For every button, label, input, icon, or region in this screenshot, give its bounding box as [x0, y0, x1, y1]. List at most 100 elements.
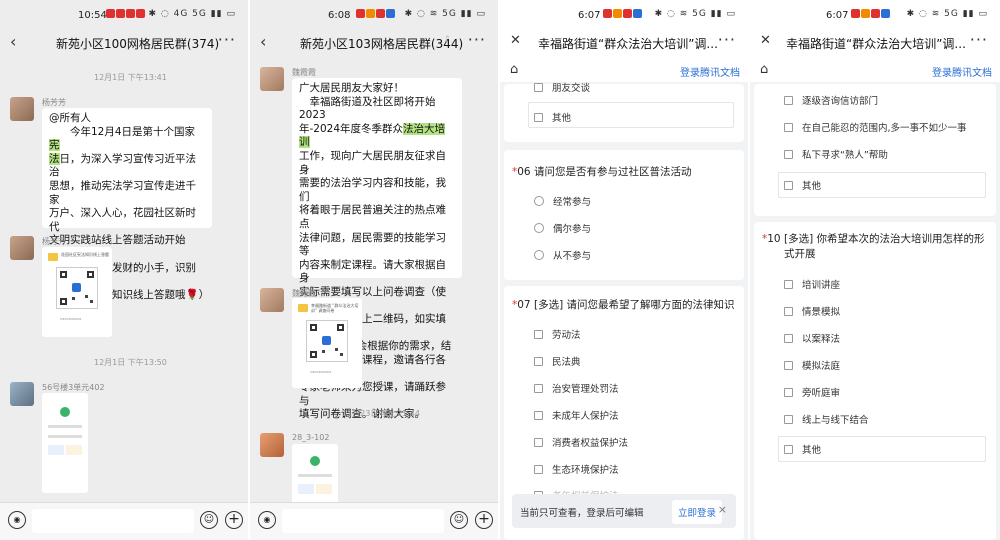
checkbox-icon — [784, 307, 793, 316]
checkbox-icon — [784, 96, 793, 105]
checkbox-option[interactable]: 培训讲座 — [784, 277, 840, 291]
success-check-icon — [310, 456, 320, 466]
chat-header: ‹ 新苑小区103网格居民群(344) ♪ ··· — [250, 30, 498, 56]
question-card-10: *10 [多选] 你希望本次的法治大培训用怎样的形 式开展 培训讲座 情景模拟 … — [754, 222, 996, 540]
message-timestamp: 11月23日 晚上21:44 — [342, 409, 420, 418]
mini-card-caption: 花园社区宪法知识线上答题 — [61, 252, 109, 257]
avatar[interactable] — [10, 236, 34, 260]
doc-title: 幸福路街道“群众法治大培训”调... — [786, 37, 966, 51]
mini-program-logo-icon — [48, 253, 58, 261]
voice-input-icon[interactable]: ◉ — [258, 511, 276, 529]
image-message[interactable] — [292, 444, 338, 504]
checkbox-option[interactable]: 旁听庭审 — [784, 385, 840, 399]
question-card: 逐级咨询信访部门 在自己能忍的范围内,多一事不如少一事 私下寻求“熟人”帮助 其… — [754, 84, 996, 216]
questionnaire-card[interactable]: 幸福路街道 “群众法治大培训” 调查问卷 ▭▭▭▭▭ — [292, 298, 362, 388]
chat-input-bar: ◉ ☺ + — [0, 502, 248, 540]
more-options-icon[interactable]: ··· — [468, 30, 486, 49]
emoji-icon[interactable]: ☺ — [200, 511, 218, 529]
sender-name: 魏霞霞 — [292, 68, 316, 77]
signal-icons: ✱ ◌ 4G 5G ▮▮ ▭ — [148, 9, 236, 19]
login-tencent-docs-link[interactable]: 登录腾讯文档 — [932, 64, 992, 79]
mute-icon: ♪ — [444, 35, 450, 45]
checkbox-option[interactable]: 朋友交谈 — [534, 80, 590, 94]
card-footer-icon: ▭▭▭▭▭ — [310, 370, 332, 375]
message-bubble[interactable]: 广大居民朋友大家好！ 幸福路街道及社区即将开始2023 年-2024年度冬季群众… — [292, 78, 462, 420]
avatar[interactable] — [10, 382, 34, 406]
checkbox-option[interactable]: 其他 — [534, 110, 571, 124]
emoji-icon[interactable]: ☺ — [450, 511, 468, 529]
status-bar: 6:08 ✱ ◌ ≋ 5G ▮▮ ▭ — [250, 0, 498, 30]
add-attachment-icon[interactable]: + — [225, 511, 243, 529]
checkbox-icon — [784, 445, 793, 454]
image-message[interactable] — [42, 393, 88, 493]
checkbox-option[interactable]: 在自己能忍的范围内,多一事不如少一事 — [784, 120, 967, 134]
message-line: 今年12月4日是第十个国家宪 — [49, 125, 196, 152]
checkbox-option[interactable]: 消费者权益保护法 — [534, 435, 628, 449]
more-options-icon[interactable]: ··· — [718, 30, 736, 49]
checkbox-option[interactable]: 劳动法 — [534, 327, 581, 341]
radio-icon — [534, 250, 544, 260]
radio-option[interactable]: 偶尔参与 — [534, 221, 591, 235]
status-bar: 6:07 ✱ ◌ ≋ 5G ▮▮ ▭ — [750, 0, 1000, 30]
chat-panel-1: 10:54 ✱ ◌ 4G 5G ▮▮ ▭ ‹ 新苑小区100网格居民群(374)… — [0, 0, 248, 540]
chat-panel-2: 6:08 ✱ ◌ ≋ 5G ▮▮ ▭ ‹ 新苑小区103网格居民群(344) ♪… — [250, 0, 498, 540]
more-options-icon[interactable]: ··· — [218, 30, 236, 49]
checkbox-option[interactable]: 模拟法庭 — [784, 358, 840, 372]
question-title: *07 [多选] 请问您最希望了解哪方面的法律知识 — [512, 299, 735, 311]
checkbox-option[interactable]: 其他 — [784, 442, 821, 456]
checkbox-option[interactable]: 生态环境保护法 — [534, 462, 619, 476]
voice-input-icon[interactable]: ◉ — [8, 511, 26, 529]
add-attachment-icon[interactable]: + — [475, 511, 493, 529]
close-icon[interactable]: ✕ — [510, 33, 521, 48]
status-bar: 10:54 ✱ ◌ 4G 5G ▮▮ ▭ — [0, 0, 248, 30]
sender-name: 56号楼3单元402 — [42, 383, 105, 392]
login-now-button[interactable]: 立即登录 — [672, 500, 723, 524]
avatar[interactable] — [260, 433, 284, 457]
checkbox-option[interactable]: 民法典 — [534, 354, 581, 368]
message-input[interactable] — [32, 509, 194, 533]
checkbox-option[interactable]: 线上与线下结合 — [784, 412, 869, 426]
more-options-icon[interactable]: ··· — [970, 30, 988, 49]
questionnaire-panel-1: 6:07 ✱ ◌ ≋ 5G ▮▮ ▭ ✕ 幸福路街道“群众法治大培训”调... … — [500, 0, 748, 540]
message-line: 万户、深入人心，花园社区新时代 — [49, 207, 196, 233]
checkbox-option[interactable]: 情景模拟 — [784, 304, 840, 318]
toast-close-icon[interactable]: × — [718, 503, 727, 516]
message-line: 法律问题，居民需要的技能学习等 — [299, 231, 446, 258]
success-check-icon — [60, 407, 70, 417]
radio-option[interactable]: 经常参与 — [534, 194, 591, 208]
avatar[interactable] — [260, 67, 284, 91]
close-icon[interactable]: ✕ — [760, 33, 771, 48]
home-icon[interactable]: ⌂ — [510, 62, 518, 77]
questionnaire-panel-2: 6:07 ✱ ◌ ≋ 5G ▮▮ ▭ ✕ 幸福路街道“群众法治大培训”调... … — [750, 0, 1000, 540]
back-arrow-icon[interactable]: ‹ — [260, 32, 266, 51]
checkbox-icon — [534, 465, 543, 474]
chat-input-bar: ◉ ☺ + — [250, 502, 498, 540]
checkbox-option[interactable]: 其他 — [784, 178, 821, 192]
radio-icon — [534, 196, 544, 206]
status-bar: 6:07 ✱ ◌ ≋ 5G ▮▮ ▭ — [500, 0, 748, 30]
back-arrow-icon[interactable]: ‹ — [10, 32, 16, 51]
checkbox-option[interactable]: 未成年人保护法 — [534, 408, 619, 422]
mini-program-card[interactable]: 花园社区宪法知识线上答题 ▭▭▭▭▭ — [42, 247, 112, 337]
home-icon[interactable]: ⌂ — [760, 62, 768, 77]
question-card-06: *06 请问您是否有参与过社区普法活动 经常参与 偶尔参与 从不参与 — [504, 150, 744, 280]
checkbox-icon — [784, 415, 793, 424]
notification-icons — [851, 9, 891, 20]
login-tencent-docs-link[interactable]: 登录腾讯文档 — [680, 64, 740, 79]
radio-option[interactable]: 从不参与 — [534, 248, 591, 262]
checkbox-option[interactable]: 治安管理处罚法 — [534, 381, 619, 395]
avatar[interactable] — [10, 97, 34, 121]
message-bubble[interactable]: @所有人 今年12月4日是第十个国家宪 法日，为深入学习宣传习近平法治 思想，推… — [42, 108, 212, 301]
message-line: 广大居民朋友大家好！ — [299, 82, 404, 94]
checkbox-icon — [784, 280, 793, 289]
question-card: 朋友交谈 其他 — [504, 83, 744, 142]
message-line: 年-2024年度冬季群众法治大培训 — [299, 122, 446, 149]
checkbox-option[interactable]: 逐级咨询信访部门 — [784, 93, 878, 107]
checkbox-option[interactable]: 以案释法 — [784, 331, 840, 345]
checkbox-option[interactable]: 私下寻求“熟人”帮助 — [784, 147, 888, 161]
notification-icons — [106, 9, 146, 20]
avatar[interactable] — [260, 288, 284, 312]
message-line: @所有人 — [49, 112, 91, 124]
message-line: 幸福路街道及社区即将开始2023 — [299, 95, 436, 122]
message-input[interactable] — [282, 509, 444, 533]
